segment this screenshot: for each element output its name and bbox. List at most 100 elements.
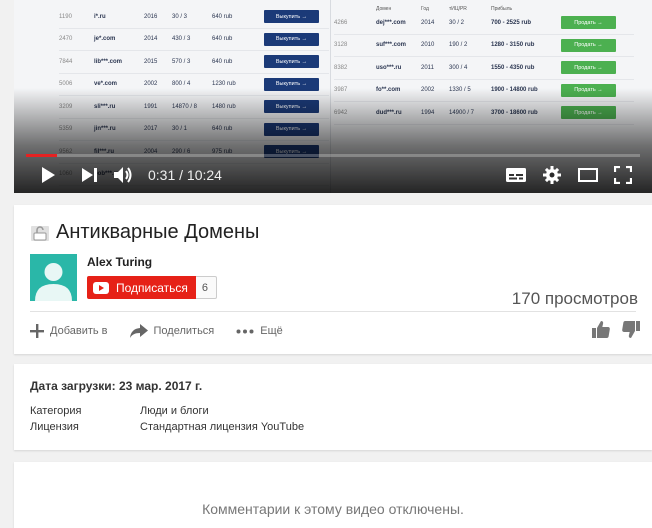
settings-icon	[543, 166, 561, 184]
video-table-row: 4266 dej***.com 2014 30 / 2 700 - 2525 rub Пр…	[334, 12, 634, 35]
time-current: 0:31	[148, 167, 176, 183]
video-cell-price: 640 rub	[212, 13, 233, 20]
video-cell-domain: uso***.ru	[376, 64, 402, 71]
video-table-row: 1190 i*.ru 2016 30 / 3 640 rub Выкупить →	[59, 6, 329, 29]
progress-bar[interactable]	[26, 154, 640, 157]
dislike-button[interactable]	[622, 321, 640, 343]
title-row: Антикварные Домены	[30, 221, 259, 244]
video-cell-year: 2015	[144, 58, 158, 65]
video-cell-tic: 800 / 4	[172, 81, 191, 88]
category-row: Категория Люди и блоги	[30, 405, 209, 417]
video-cell-profit: 1280 - 3150 rub	[491, 42, 535, 49]
video-table-header-cell: Год	[421, 6, 429, 12]
default-avatar-icon	[35, 263, 72, 301]
divider	[30, 311, 636, 312]
volume-button[interactable]	[112, 160, 136, 190]
play-button[interactable]	[36, 160, 60, 190]
video-cell-id: 8382	[334, 64, 348, 71]
subscribe-label: Подписаться	[116, 280, 188, 295]
video-cell-domain: ve*.com	[94, 81, 118, 88]
comments-disabled-notice: Комментарии к этому видео отключены.	[202, 501, 464, 517]
video-table-header-cell: тИЦ/PR	[449, 6, 467, 12]
more-label: Ещё	[260, 325, 283, 337]
theater-mode-button[interactable]	[576, 160, 600, 190]
subtitles-button[interactable]	[504, 160, 528, 190]
video-buy-button: Выкупить →	[264, 55, 319, 69]
share-icon	[129, 324, 148, 338]
video-cell-year: 2011	[421, 64, 434, 71]
video-cell-id: 4266	[334, 19, 348, 26]
video-player[interactable]: 1190 i*.ru 2016 30 / 3 640 rub Выкупить → 2470…	[14, 0, 652, 193]
video-info-card: Антикварные Домены Alex Turing Подписать…	[14, 205, 652, 354]
video-table-row: 2470 je*.com 2014 430 / 3 640 rub Выкупить →	[59, 29, 329, 51]
subtitles-icon	[506, 168, 526, 182]
channel-avatar[interactable]	[30, 254, 77, 301]
video-table-header-cell: Домен	[376, 6, 392, 12]
video-cell-domain: lib***.com	[94, 58, 123, 65]
video-cell-year: 2002	[144, 81, 158, 88]
youtube-logo-icon	[93, 281, 109, 294]
add-to-button[interactable]: Добавить в	[30, 324, 108, 338]
share-button[interactable]: Поделиться	[129, 324, 215, 338]
action-bar: Добавить в Поделиться Ещё	[30, 321, 305, 341]
add-to-label: Добавить в	[50, 325, 108, 337]
upload-date: Дата загрузки: 23 мар. 2017 г.	[30, 379, 203, 393]
video-cell-year: 2010	[421, 42, 435, 49]
share-label: Поделиться	[153, 325, 215, 337]
video-sell-button: Продать →	[561, 38, 616, 52]
video-sell-button: Продать →	[561, 61, 616, 75]
volume-icon	[114, 167, 132, 183]
plus-icon	[30, 324, 44, 338]
video-cell-id: 2470	[59, 36, 73, 43]
license-label: Лицензия	[30, 421, 79, 433]
fullscreen-icon	[614, 166, 632, 184]
video-cell-year: 2016	[144, 13, 158, 20]
next-icon	[82, 168, 97, 182]
next-button[interactable]	[78, 160, 102, 190]
video-title: Антикварные Домены	[56, 221, 260, 243]
video-cell-profit: 1550 - 4350 rub	[491, 64, 535, 71]
video-cell-year: 2014	[144, 36, 158, 43]
video-buy-button: Выкупить →	[264, 32, 319, 46]
video-cell-domain: dej***.com	[376, 19, 406, 26]
comments-card: Комментарии к этому видео отключены.	[14, 462, 652, 528]
video-cell-domain: suf***.com	[376, 42, 407, 49]
like-button[interactable]	[592, 321, 610, 343]
thumbs-up-icon	[592, 321, 610, 338]
subscribe-button-group: Подписаться 6	[87, 276, 217, 299]
progress-played	[26, 154, 57, 157]
unlisted-lock-icon	[31, 225, 49, 241]
video-cell-tic: 190 / 2	[449, 42, 468, 49]
license-value: Стандартная лицензия YouTube	[140, 421, 305, 433]
video-cell-tic: 300 / 4	[449, 64, 468, 71]
video-cell-tic: 430 / 3	[172, 36, 191, 43]
like-dislike-group	[592, 321, 640, 343]
video-cell-domain: i*.ru	[94, 13, 106, 20]
more-button[interactable]: Ещё	[236, 325, 283, 337]
fullscreen-button[interactable]	[611, 160, 635, 190]
channel-name[interactable]: Alex Turing	[87, 255, 152, 269]
play-icon	[42, 167, 55, 183]
video-table-header-cell: Прибыль	[491, 6, 513, 12]
subscribe-button[interactable]: Подписаться	[87, 276, 196, 299]
video-cell-id: 7844	[59, 58, 73, 65]
time-separator: /	[175, 167, 187, 183]
time-total: 10:24	[186, 167, 222, 183]
video-cell-profit: 700 - 2525 rub	[491, 19, 532, 26]
video-cell-domain: je*.com	[94, 36, 116, 43]
video-cell-year: 2014	[421, 19, 435, 26]
license-row: Лицензия Стандартная лицензия YouTube	[30, 421, 304, 433]
theater-mode-icon	[578, 168, 598, 182]
category-label: Категория	[30, 405, 82, 417]
thumbs-down-icon	[622, 321, 640, 338]
video-cell-tic: 570 / 3	[172, 58, 191, 65]
more-dots-icon	[236, 329, 254, 333]
video-details-card: Дата загрузки: 23 мар. 2017 г. Категория…	[14, 364, 652, 450]
settings-button[interactable]	[540, 160, 564, 190]
video-cell-tic: 30 / 2	[449, 19, 465, 26]
subscriber-count: 6	[195, 276, 217, 299]
video-buy-button: Выкупить →	[264, 10, 319, 24]
video-sell-button: Продать →	[561, 16, 616, 30]
time-display: 0:31 / 10:24	[148, 167, 222, 183]
category-value[interactable]: Люди и блоги	[140, 405, 209, 417]
